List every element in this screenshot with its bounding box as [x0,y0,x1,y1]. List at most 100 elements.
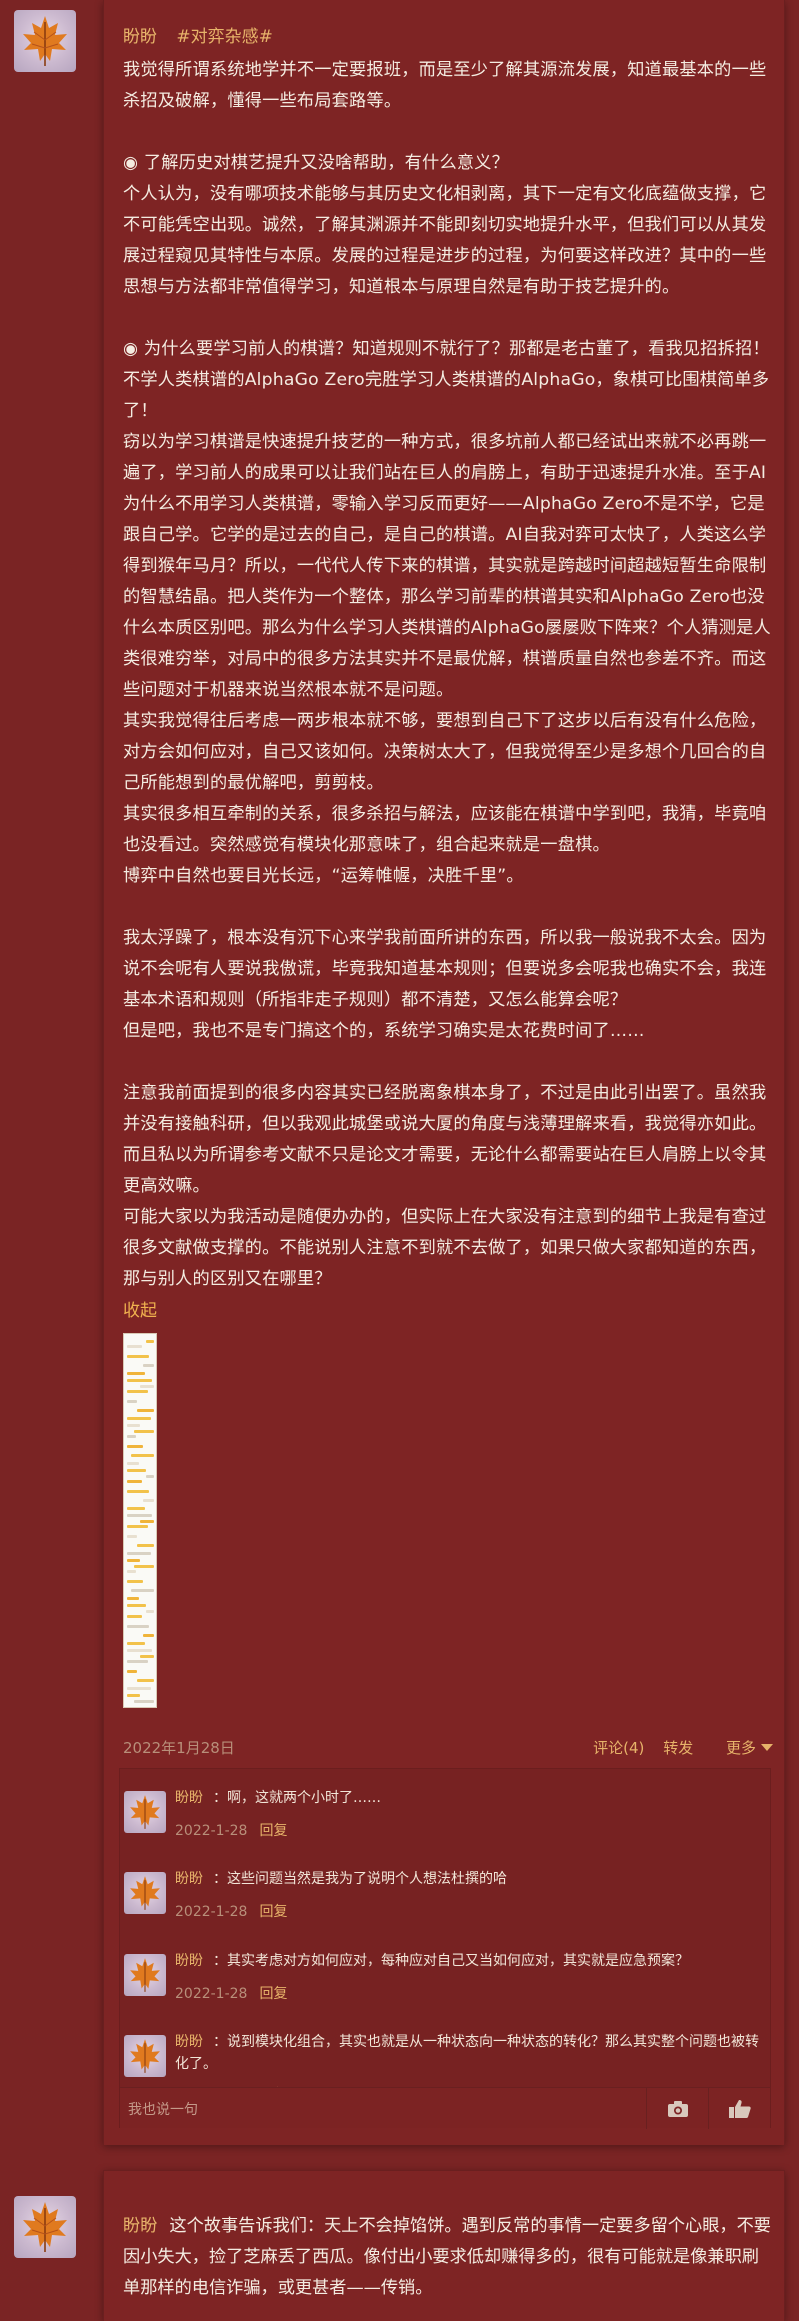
post-paragraph: 注意我前面提到的很多内容其实已经脱离象棋本身了，不过是由此引出罢了。虽然我并没有… [123,1083,767,1196]
thumbnail-line [137,1679,154,1682]
commenter-avatar[interactable] [124,1954,166,1996]
comment-text-line: 盼盼 ：啊，这就两个小时了…… [175,1787,767,1809]
comment-author[interactable]: 盼盼 [175,1790,203,1806]
post-paragraph: 其实我觉得往后考虑一两步根本就不够，要想到自己下了这步以后有没有什么危险，对方会… [123,711,767,793]
comment-date: 2022-1-28 [175,1986,248,2002]
thumbnail-line [131,1454,154,1457]
comment-text-line: 盼盼 ：说到模块化组合，其实也就是从一种状态向一种状态的转化？那么其实整个问题也被… [175,2031,767,2075]
thumbnail-line [127,1580,143,1583]
comments-section: 盼盼 ：啊，这就两个小时了…… 2022-1-28 回复 盼盼 ：这些问题当然是我为了… [119,1768,771,2129]
thumbnail-line [137,1409,154,1412]
comment-author[interactable]: 盼盼 [175,2034,203,2050]
thumbnail-line [127,1372,145,1375]
thumbnail-line [127,1649,152,1652]
next-post-body: 盼盼 这个故事告诉我们：天上不会掉馅饼。遇到反常的事情一定要多留个心眼，不要因小失… [123,2211,773,2304]
thumbnail-line [127,1625,149,1628]
thumbnail-line [127,1379,152,1382]
next-post-card: 盼盼 这个故事告诉我们：天上不会掉馅饼。遇到反常的事情一定要多留个心眼，不要因小失… [103,2170,785,2321]
post-tag[interactable]: #对弈杂感# [176,27,273,47]
thumbnail-line [127,1462,139,1465]
commenter-avatar[interactable] [124,1791,166,1833]
thumbnail-line [127,1424,140,1427]
next-post-author[interactable]: 盼盼 [123,2216,157,2236]
post-paragraph: 其实很多相互牵制的关系，很多杀招与解法，应该能在棋谱中学到吧，我猜，毕竟咱也没看… [123,804,767,855]
thumbnail-line [127,1355,149,1358]
more-label: 更多 [725,1739,756,1757]
thumbnail-line [127,1400,137,1403]
post-paragraph: ◉ 为什么要学习前人的棋谱？知道规则不就行了？那都是老古董了，看我见招拆招！不学… [123,339,770,421]
thumbnail-line [127,1507,145,1510]
thumbnail-line [131,1589,154,1592]
thumbnail-line [127,1525,148,1528]
thumbnail-line [127,1490,149,1493]
post-author[interactable]: 盼盼 [123,27,157,47]
commenter-avatar[interactable] [124,1872,166,1914]
like-button[interactable] [708,2088,770,2129]
thumbnail-line [127,1604,146,1607]
comment-date: 2022-1-28 [175,1823,248,1839]
thumbnail-line [127,1480,142,1483]
thumbnail-line [127,1445,143,1448]
collapse-link[interactable]: 收起 [123,1296,157,1321]
thumbnail-line [127,1514,152,1517]
comment-text: ：说到模块化组合，其实也就是从一种状态向一种状态的转化？那么其实整个问题也被转化… [175,2034,759,2072]
thumbnail-line [146,1475,154,1478]
reply-bar: 我也说一句 [120,2087,770,2129]
next-author-avatar[interactable] [14,2196,76,2258]
thumbnail-line [127,1694,140,1697]
thumbnail-line [127,1469,146,1472]
thumbnail-line [127,1435,136,1438]
comment-text: ：这些问题当然是我为了说明个人想法杜撰的哈 [213,1871,507,1887]
comment-button[interactable]: 评论(4) [593,1739,644,1757]
maple-leaf-icon [130,1795,160,1829]
thumbnail-line [127,1670,137,1673]
image-upload-button[interactable] [646,2088,708,2129]
post-actions: 评论(4) 转发 更多 [579,1737,773,1758]
comment-input[interactable]: 我也说一句 [128,2099,198,2119]
thumbnail-line [137,1544,154,1547]
thumbnail-line [140,1655,154,1658]
reply-button[interactable]: 回复 [259,1904,287,1920]
thumbnail-line [146,1340,154,1343]
post-card: 盼盼 #对弈杂感# 我觉得所谓系统地学并不一定要报班，而是至少了解其源流发展，知… [103,0,785,2145]
reply-button[interactable]: 回复 [259,1823,287,1839]
thumbs-up-icon [728,2099,751,2118]
thumbnail-line [127,1570,136,1573]
thumbnail-line [140,1520,154,1523]
thumbnail-line [143,1499,154,1502]
post-paragraph: 窃以为学习棋谱是快速提升技艺的一种方式，很多坑前人都已经试出来就不必再跳一遍了，… [123,432,771,700]
long-image-thumbnail[interactable] [123,1333,157,1708]
thumbnail-line [146,1610,154,1613]
author-avatar[interactable] [14,10,76,72]
maple-leaf-icon [23,2202,67,2252]
thumbnail-line [134,1565,154,1568]
comment-meta: 2022-1-28 回复 [175,1983,287,2003]
comment-date: 2022-1-28 [175,1904,248,1920]
post-paragraph-gap [123,117,773,148]
comment-author[interactable]: 盼盼 [175,1953,203,1969]
post-date: 2022年1月28日 [123,1739,235,1757]
more-button[interactable]: 更多 [712,1739,773,1757]
next-post-text: 这个故事告诉我们：天上不会掉馅饼。遇到反常的事情一定要多留个心眼，不要因小失大，… [123,2216,771,2298]
page: 盼盼 #对弈杂感# 我觉得所谓系统地学并不一定要报班，而是至少了解其源流发展，知… [0,0,799,2321]
thumbnail-line [127,1345,142,1348]
post-paragraph: 个人认为，没有哪项技术能够与其历史文化相剥离，其下一定有文化底蕴做支撑，它不可能… [123,184,767,297]
thumbnail-line [127,1687,151,1690]
comment-meta: 2022-1-28 回复 [175,1901,287,1921]
commenter-avatar[interactable] [124,2035,166,2077]
thumbnail-line [127,1615,142,1618]
maple-leaf-icon [130,2039,160,2073]
post-paragraph: 博弈中自然也要目光长远，“运筹帷幄，决胜千里”。 [123,866,524,886]
post-body: 我觉得所谓系统地学并不一定要报班，而是至少了解其源流发展，知道最基本的一些杀招及… [123,55,773,1295]
thumbnail-line [134,1700,154,1703]
thumbnail-line [140,1385,154,1388]
reply-button[interactable]: 回复 [259,1986,287,2002]
comment-text-line: 盼盼 ：这些问题当然是我为了说明个人想法杜撰的哈 [175,1868,767,1890]
comment-author[interactable]: 盼盼 [175,1871,203,1887]
post-paragraph: 可能大家以为我活动是随便办办的，但实际上在大家没有注意到的细节上我是有查过很多文… [123,1207,767,1289]
thumbnail-line [127,1559,140,1562]
thumbnail-line [127,1642,145,1645]
repost-button[interactable]: 转发 [663,1739,693,1757]
post-paragraph-gap [123,1047,773,1078]
thumbnail-line [143,1634,154,1637]
